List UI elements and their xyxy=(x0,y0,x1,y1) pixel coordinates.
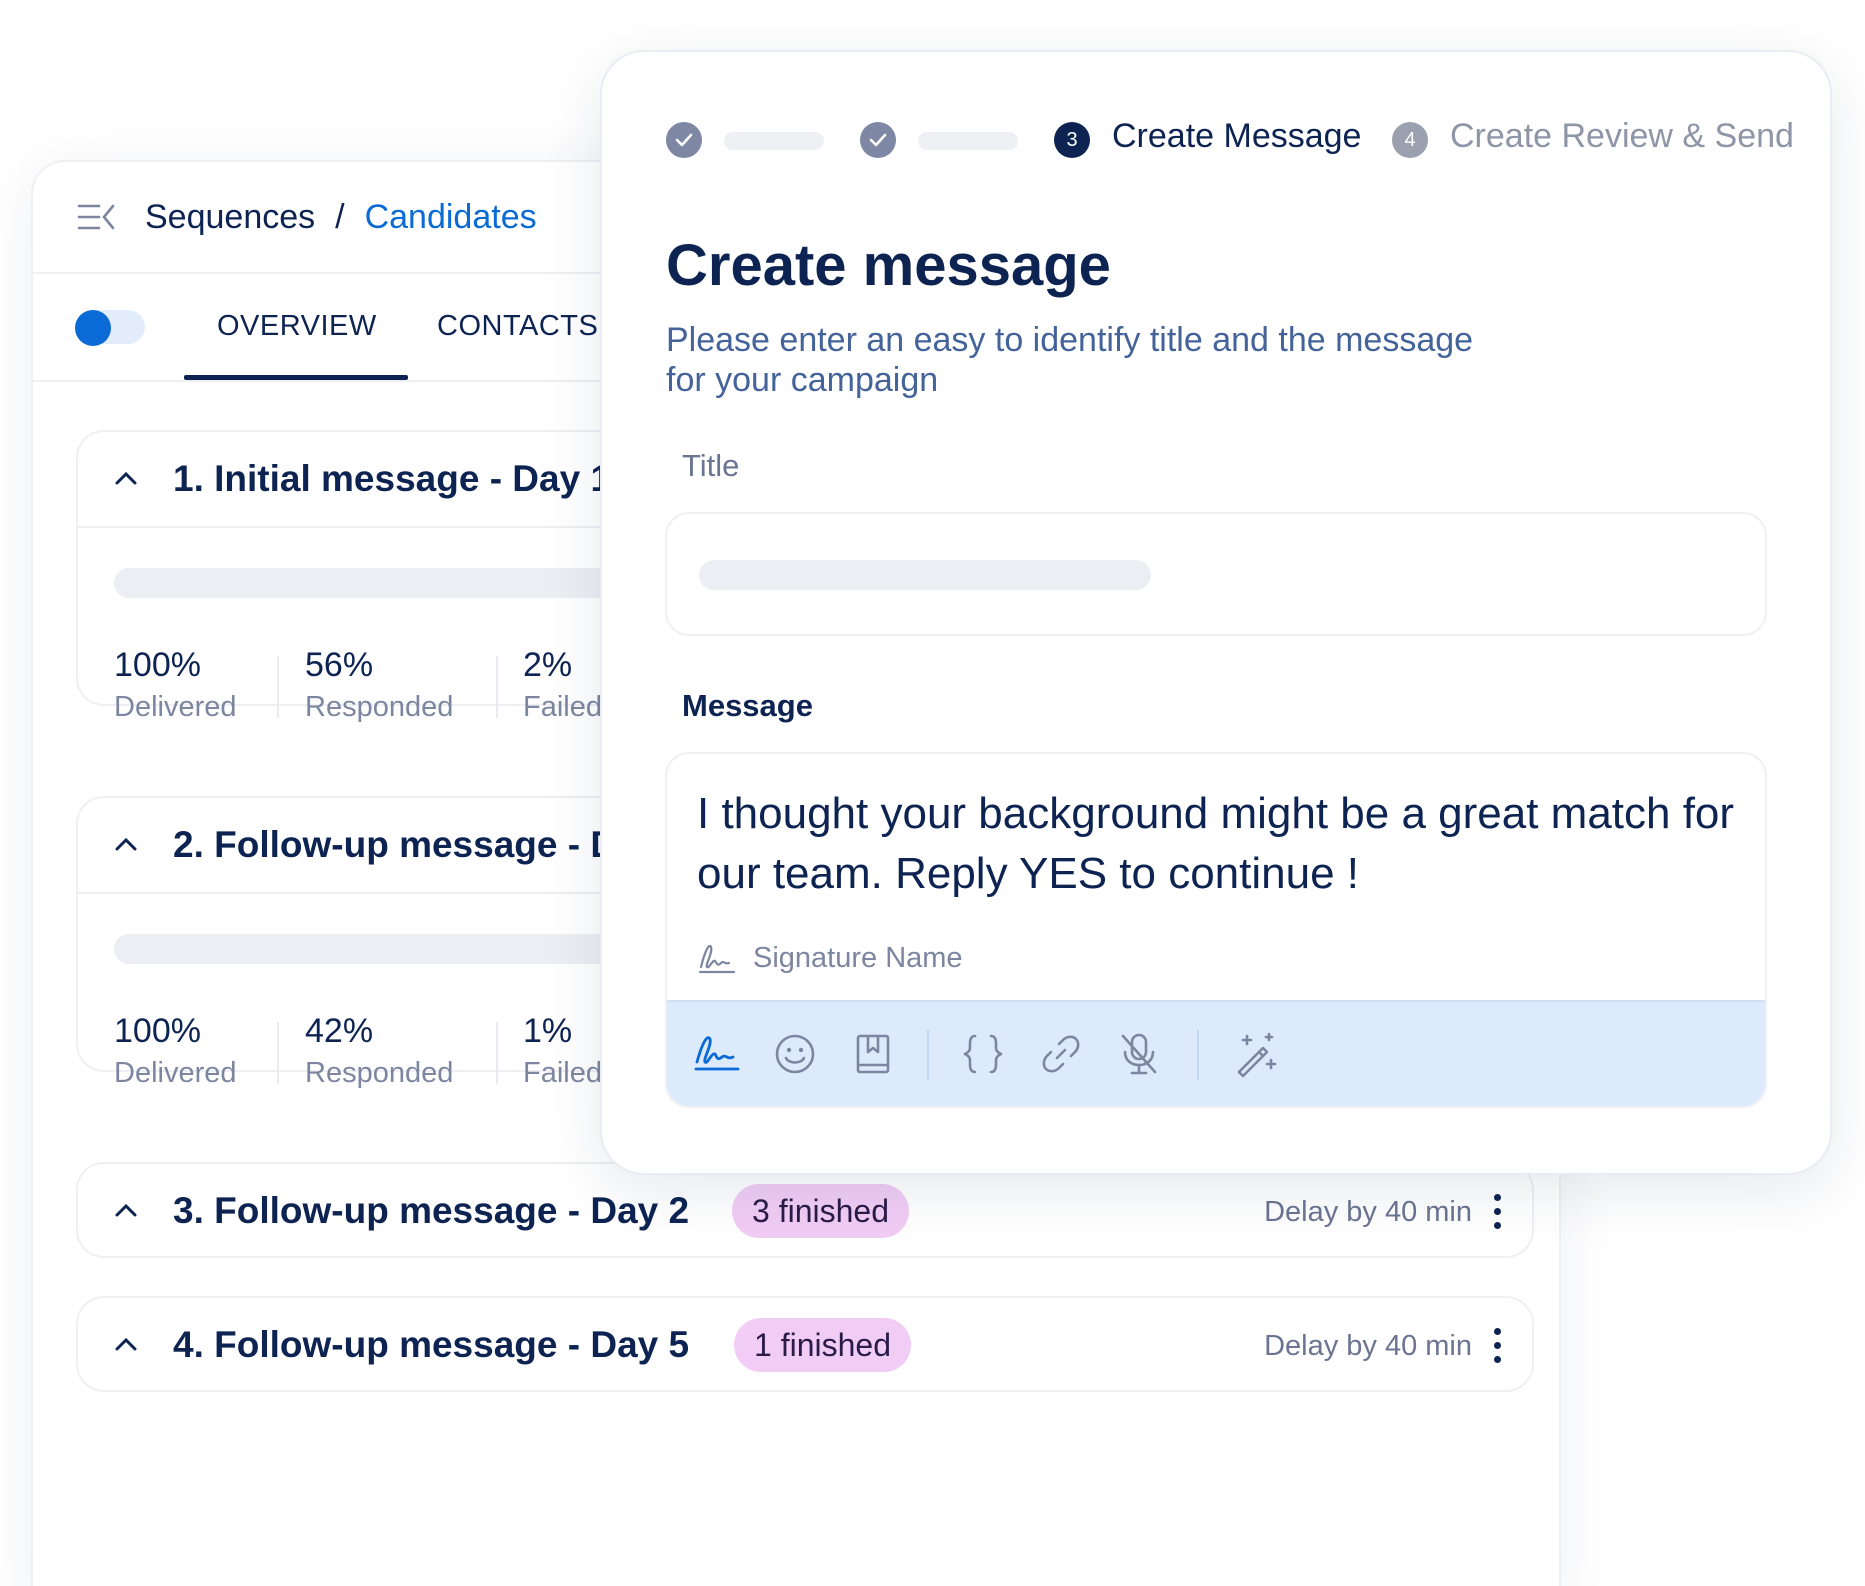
sequence-step-3[interactable]: 3. Follow-up message - Day 2 3 finished … xyxy=(76,1162,1534,1258)
stat-label: Failed xyxy=(523,1057,602,1089)
emoji-icon[interactable] xyxy=(771,1030,819,1078)
finished-badge: 1 finished xyxy=(734,1318,911,1372)
stat-delivered: 100% Delivered xyxy=(114,1012,237,1090)
title-field-label: Title xyxy=(682,448,740,483)
step-title: 4. Follow-up message - Day 5 xyxy=(173,1324,690,1365)
wizard-stepper: 3 Create Message 4 Create Review & Send xyxy=(666,116,1794,164)
message-editor[interactable]: I thought your background might be a gre… xyxy=(665,752,1767,1108)
stat-value: 56% xyxy=(305,646,374,684)
step-title: 3. Follow-up message - Day 2 xyxy=(173,1190,690,1231)
magic-wand-icon[interactable] xyxy=(1233,1030,1281,1078)
chevron-up-icon[interactable] xyxy=(114,1336,138,1352)
stat-label: Responded xyxy=(305,691,454,723)
finished-badge: 3 finished xyxy=(732,1184,909,1238)
mic-off-icon[interactable] xyxy=(1115,1030,1163,1078)
delay-text: Delay by 40 min xyxy=(1264,1196,1472,1228)
stat-divider xyxy=(277,656,279,718)
stat-value: 1% xyxy=(523,1012,573,1050)
chevron-up-icon[interactable] xyxy=(114,836,138,852)
signature-name: Signature Name xyxy=(753,941,963,974)
signature-row: Signature Name xyxy=(697,938,963,978)
chevron-up-icon[interactable] xyxy=(114,1202,138,1218)
step-label-placeholder xyxy=(918,132,1018,150)
step-complete-check-icon[interactable] xyxy=(860,122,896,158)
step-label-create-message[interactable]: Create Message xyxy=(1112,117,1361,156)
modal-title: Create message xyxy=(666,233,1111,298)
toolbar-divider xyxy=(1197,1030,1199,1080)
breadcrumb-sequences[interactable]: Sequences xyxy=(145,198,315,237)
stat-divider xyxy=(496,656,498,718)
step-header[interactable]: 4. Follow-up message - Day 5 1 finished … xyxy=(78,1298,1532,1394)
message-field-label: Message xyxy=(682,688,813,723)
signature-icon[interactable] xyxy=(693,1030,741,1078)
stat-divider xyxy=(496,1022,498,1084)
stat-failed: 1% Failed xyxy=(523,1012,602,1090)
stat-responded: 42% Responded xyxy=(305,1012,453,1090)
tab-contacts[interactable]: CONTACTS xyxy=(437,310,598,343)
step-label-review-send[interactable]: Create Review & Send xyxy=(1450,117,1794,156)
tab-overview[interactable]: OVERVIEW xyxy=(217,310,377,343)
message-text[interactable]: I thought your background might be a gre… xyxy=(697,784,1737,904)
modal-subtitle: Please enter an easy to identify title a… xyxy=(666,321,1474,399)
active-tab-indicator xyxy=(184,375,408,380)
collapse-menu-icon[interactable] xyxy=(77,202,117,232)
stat-label: Responded xyxy=(305,1057,454,1089)
sequence-toggle[interactable] xyxy=(75,310,145,346)
title-input[interactable] xyxy=(665,512,1767,636)
create-message-modal: 3 Create Message 4 Create Review & Send … xyxy=(600,50,1832,1175)
step-number-active[interactable]: 3 xyxy=(1054,122,1090,158)
breadcrumb-candidates[interactable]: Candidates xyxy=(365,198,537,237)
step-number-pending[interactable]: 4 xyxy=(1392,122,1428,158)
stat-responded: 56% Responded xyxy=(305,646,453,724)
toolbar-divider xyxy=(927,1030,929,1080)
braces-icon[interactable] xyxy=(959,1030,1007,1078)
stat-delivered: 100% Delivered xyxy=(114,646,237,724)
delay-text: Delay by 40 min xyxy=(1264,1330,1472,1362)
more-options-icon[interactable] xyxy=(1494,1194,1502,1230)
signature-icon xyxy=(698,944,736,974)
chevron-up-icon[interactable] xyxy=(114,470,138,486)
stat-value: 100% xyxy=(114,1012,201,1050)
stat-label: Delivered xyxy=(114,691,237,723)
link-icon[interactable] xyxy=(1037,1030,1085,1078)
stat-label: Failed xyxy=(523,691,602,723)
stat-failed: 2% Failed xyxy=(523,646,602,724)
step-title: 1. Initial message - Day 1 xyxy=(173,458,612,499)
stat-value: 2% xyxy=(523,646,573,684)
toggle-knob xyxy=(75,310,111,346)
step-complete-check-icon[interactable] xyxy=(666,122,702,158)
more-options-icon[interactable] xyxy=(1494,1328,1502,1364)
stat-value: 42% xyxy=(305,1012,374,1050)
stat-value: 100% xyxy=(114,646,201,684)
stat-label: Delivered xyxy=(114,1057,237,1089)
stat-divider xyxy=(277,1022,279,1084)
sequence-step-4[interactable]: 4. Follow-up message - Day 5 1 finished … xyxy=(76,1296,1534,1392)
step-label-placeholder xyxy=(724,132,824,150)
editor-toolbar xyxy=(667,1000,1765,1106)
step-header[interactable]: 3. Follow-up message - Day 2 3 finished … xyxy=(78,1164,1532,1260)
title-input-placeholder xyxy=(699,560,1151,590)
book-icon[interactable] xyxy=(849,1030,897,1078)
breadcrumb-separator: / xyxy=(335,197,345,236)
